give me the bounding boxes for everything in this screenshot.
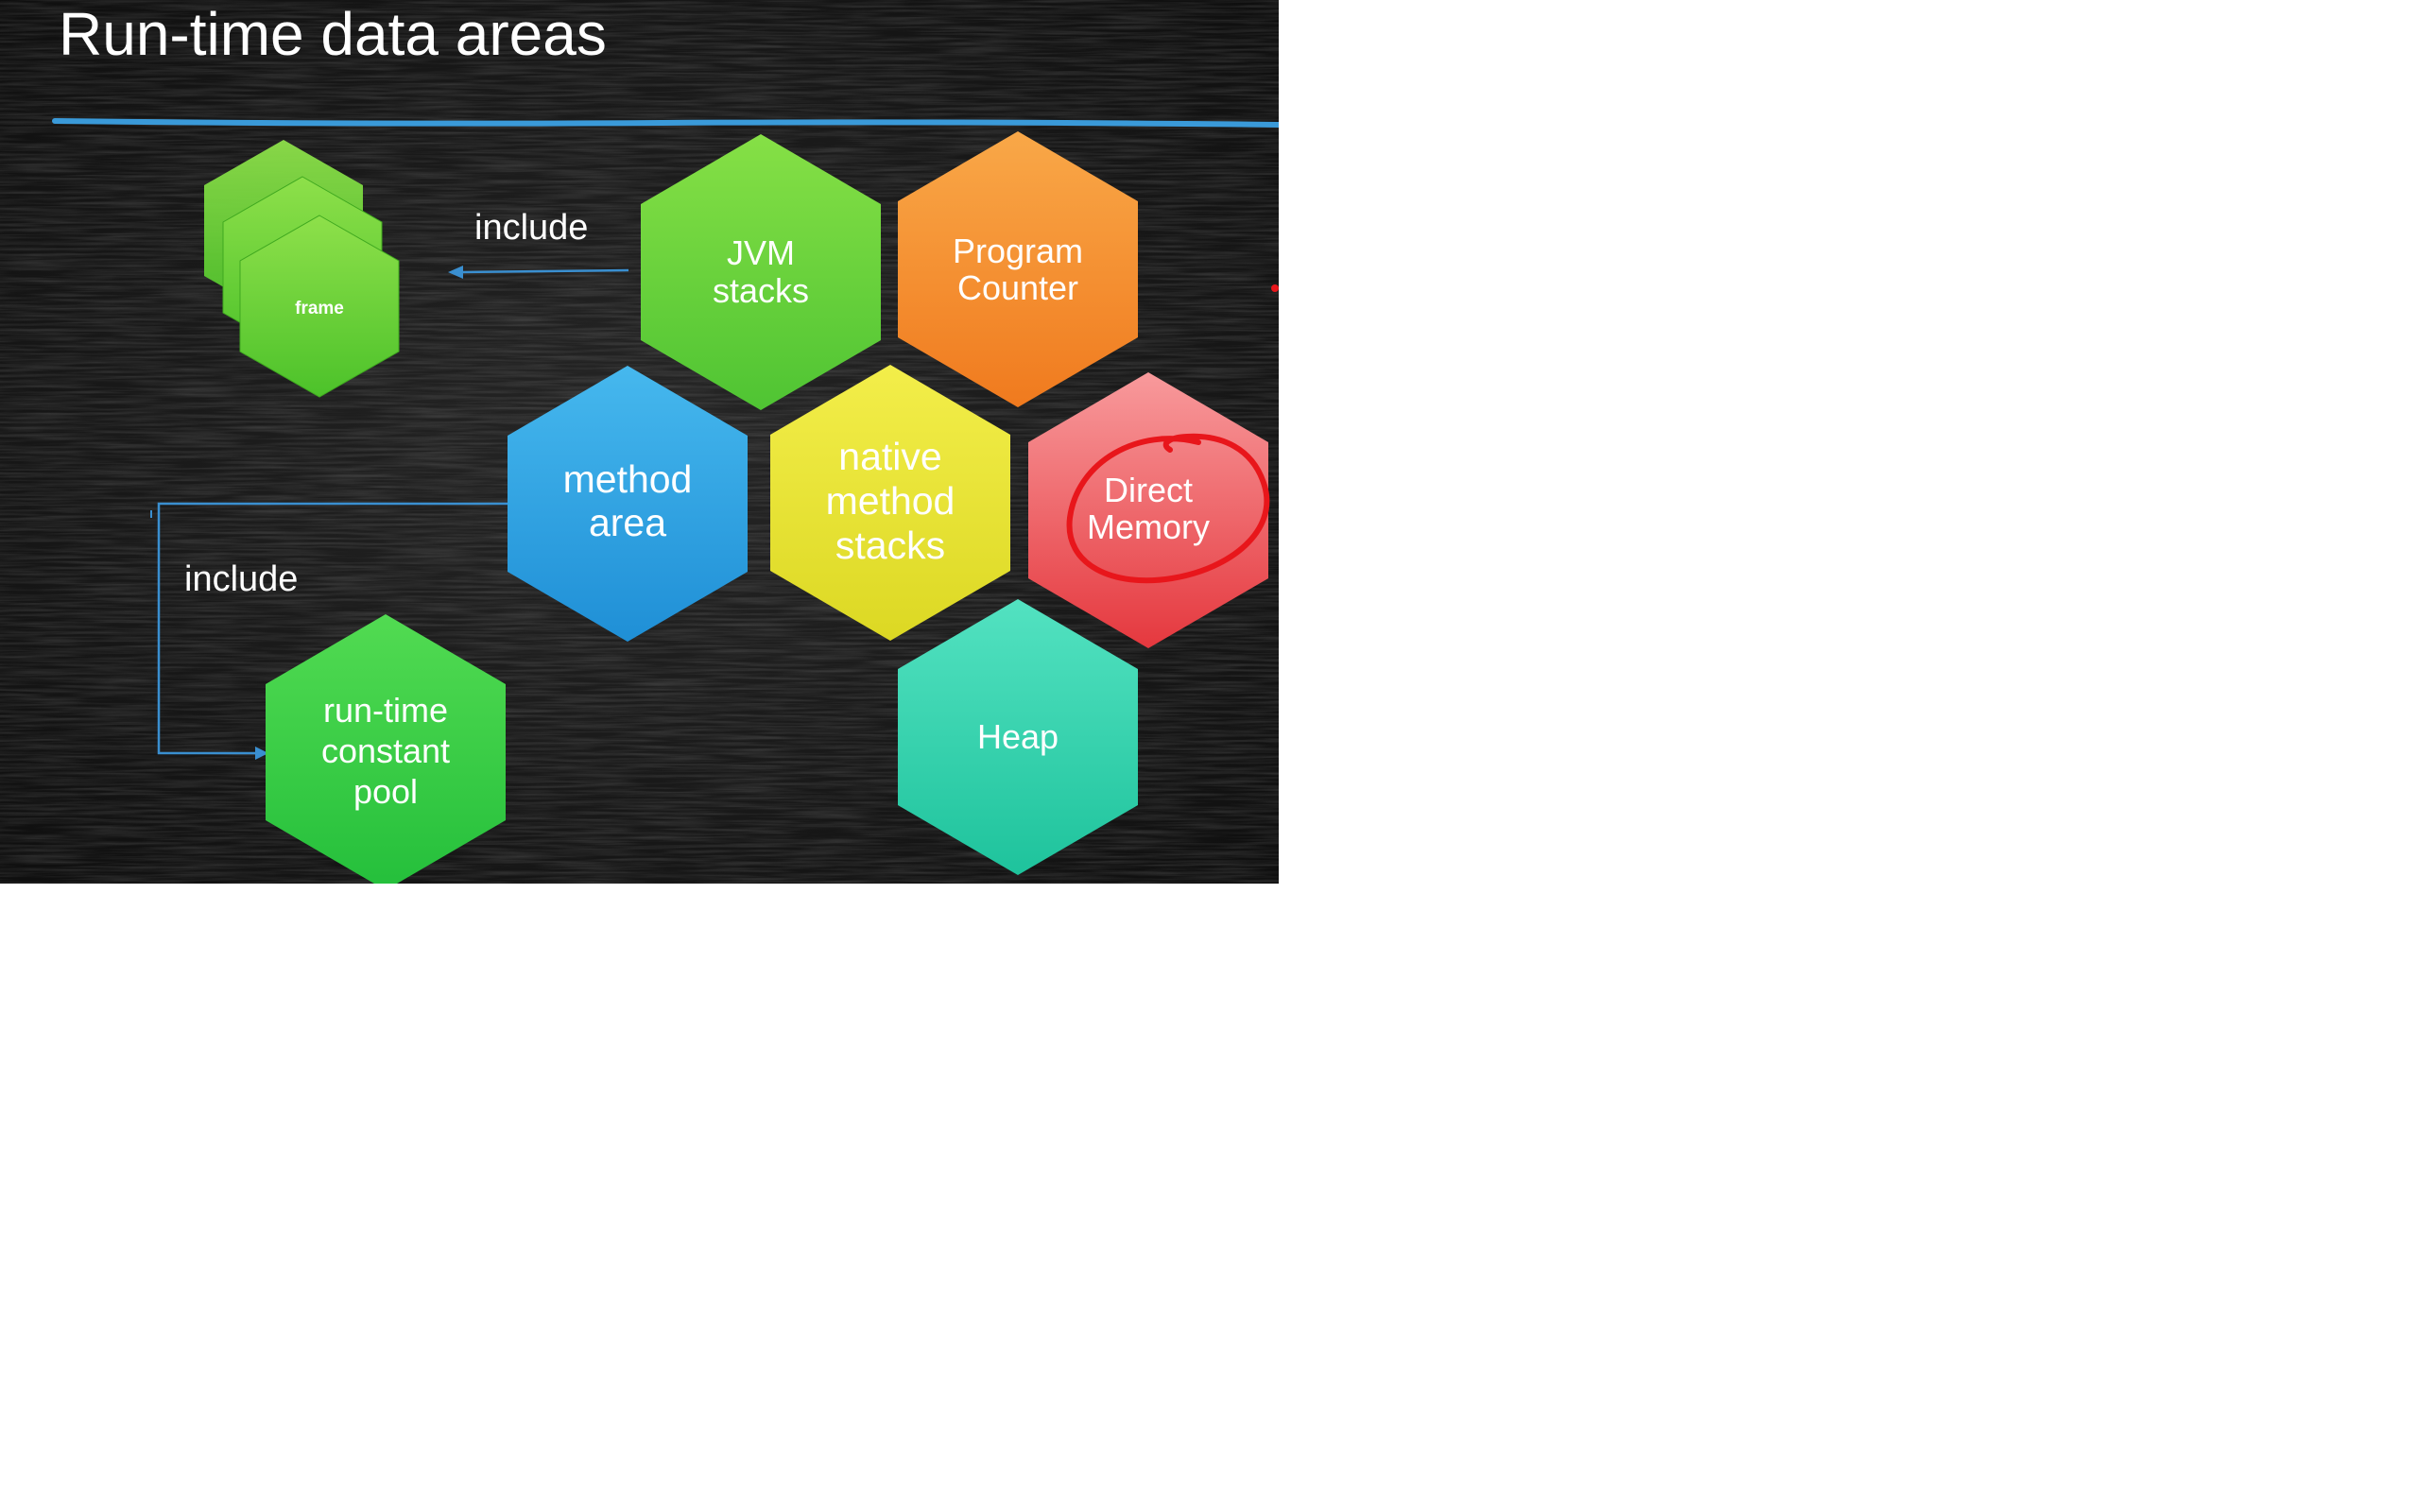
jvm-stacks-label-line-1: JVM xyxy=(727,233,795,272)
pool-label-line-2: constant xyxy=(321,731,450,770)
page-canvas: Run-time data areas frame include JVM st… xyxy=(0,0,2410,1512)
include-label-frame: include xyxy=(474,208,588,248)
pool-label-line-3: pool xyxy=(353,772,418,811)
method-area-label-line-2: area xyxy=(589,501,666,544)
heap-label: Heap xyxy=(977,717,1059,756)
slide-diagram: Run-time data areas frame include JVM st… xyxy=(0,0,1279,884)
native-method-stacks-label-line-2: method xyxy=(826,479,955,523)
presentation-slide: Run-time data areas frame include JVM st… xyxy=(0,0,1279,884)
native-method-stacks-label-line-3: stacks xyxy=(835,524,945,567)
frame-label: frame xyxy=(295,299,344,318)
include-label-pool: include xyxy=(184,559,298,599)
direct-memory-label-line-2: Memory xyxy=(1087,507,1210,546)
jvm-stacks-label-line-2: stacks xyxy=(713,271,809,310)
slide-title: Run-time data areas xyxy=(59,0,607,68)
direct-memory-label-line-1: Direct xyxy=(1104,471,1193,509)
method-area-label-line-1: method xyxy=(563,457,693,501)
program-counter-label-line-2: Counter xyxy=(957,268,1078,307)
title-underline-rule xyxy=(52,118,1279,128)
native-method-stacks-label-line-1: native xyxy=(838,435,941,478)
program-counter-label-line-1: Program xyxy=(953,232,1083,270)
red-mark xyxy=(1271,284,1279,292)
pool-label-line-1: run-time xyxy=(323,691,448,730)
